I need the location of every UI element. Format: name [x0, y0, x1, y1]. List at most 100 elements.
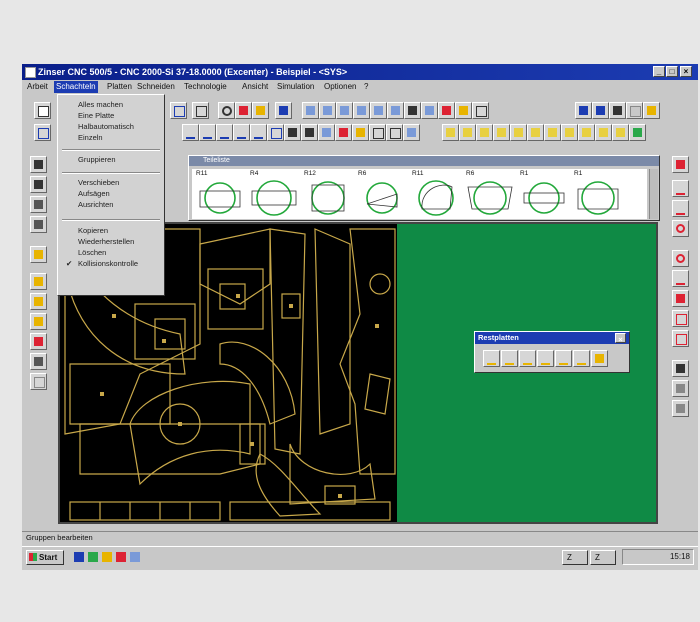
- left-tool-1[interactable]: [30, 156, 47, 173]
- draw-button-3[interactable]: [216, 124, 233, 141]
- menu-item-verschieben[interactable]: Verschieben: [78, 178, 119, 187]
- draw-button-5[interactable]: [250, 124, 267, 141]
- maximize-button[interactable]: □: [666, 66, 678, 77]
- yellow-tool-9[interactable]: [578, 124, 595, 141]
- draw-button-14[interactable]: [403, 124, 420, 141]
- yellow-tool-2[interactable]: [459, 124, 476, 141]
- draw-button-11[interactable]: [352, 124, 369, 141]
- zoom-button[interactable]: [218, 102, 235, 119]
- left-tool-8[interactable]: [30, 313, 47, 330]
- view-button[interactable]: [170, 102, 187, 119]
- parts-library-window[interactable]: Teileliste R11 R4 R12 R6 R11 R6 R1 R1: [188, 155, 660, 221]
- draw-button-12[interactable]: [369, 124, 386, 141]
- draw-button-10[interactable]: [335, 124, 352, 141]
- right-tool-1[interactable]: [672, 156, 689, 173]
- grid-button[interactable]: [575, 102, 592, 119]
- draw-button-2[interactable]: [199, 124, 216, 141]
- menu-optionen[interactable]: Optionen: [324, 82, 356, 91]
- arrange-button-3[interactable]: [353, 102, 370, 119]
- draw-button-1[interactable]: [182, 124, 199, 141]
- menu-item-kopieren[interactable]: Kopieren: [78, 226, 108, 235]
- zoom-area-button[interactable]: [235, 102, 252, 119]
- yellow-tool-10[interactable]: [595, 124, 612, 141]
- menu-ansicht[interactable]: Ansicht: [242, 82, 268, 91]
- draw-button-9[interactable]: [318, 124, 335, 141]
- print-button[interactable]: [609, 102, 626, 119]
- draw-button-4[interactable]: [233, 124, 250, 141]
- hash-button[interactable]: [592, 102, 609, 119]
- tool-button[interactable]: [275, 102, 292, 119]
- rest-tool-3[interactable]: [519, 350, 536, 367]
- quicklaunch-icon[interactable]: [88, 552, 98, 562]
- taskbar-app-button-2[interactable]: Z: [590, 550, 616, 565]
- arrange-button-7[interactable]: [421, 102, 438, 119]
- info-button[interactable]: [626, 102, 643, 119]
- left-tool-11[interactable]: [30, 373, 47, 390]
- restplatten-close-button[interactable]: ×: [615, 333, 626, 344]
- menu-item-aufsaegen[interactable]: Aufsägen: [78, 189, 110, 198]
- menu-item-loeschen[interactable]: Löschen: [78, 248, 106, 257]
- menu-schachteln[interactable]: Schachteln: [54, 81, 98, 93]
- draw-button-13[interactable]: [386, 124, 403, 141]
- right-tool-3[interactable]: [672, 200, 689, 217]
- menu-help[interactable]: ?: [364, 82, 368, 91]
- left-tool-3[interactable]: [30, 196, 47, 213]
- right-tool-7[interactable]: [672, 290, 689, 307]
- yellow-tool-5[interactable]: [510, 124, 527, 141]
- rest-tool-5[interactable]: [555, 350, 572, 367]
- menu-item-ausrichten[interactable]: Ausrichten: [78, 200, 113, 209]
- arrange-button-8[interactable]: [438, 102, 455, 119]
- rest-tool-1[interactable]: [483, 350, 500, 367]
- yellow-tool-11[interactable]: [612, 124, 629, 141]
- arrange-button-5[interactable]: [387, 102, 404, 119]
- yellow-tool-6[interactable]: [527, 124, 544, 141]
- draw-button-8[interactable]: [301, 124, 318, 141]
- left-tool-2[interactable]: [30, 176, 47, 193]
- draw-button-7[interactable]: [284, 124, 301, 141]
- color-button[interactable]: [252, 102, 269, 119]
- taskbar-app-button-1[interactable]: Z: [562, 550, 588, 565]
- right-tool-8[interactable]: [672, 310, 689, 327]
- close-button[interactable]: ×: [680, 66, 692, 77]
- quicklaunch-icon[interactable]: [102, 552, 112, 562]
- menu-item-eine-platte[interactable]: Eine Platte: [78, 111, 114, 120]
- menu-technologie[interactable]: Technologie: [184, 82, 227, 91]
- arrange-button-4[interactable]: [370, 102, 387, 119]
- quicklaunch-icon[interactable]: [74, 552, 84, 562]
- right-tool-4[interactable]: [672, 220, 689, 237]
- yellow-tool-7[interactable]: [544, 124, 561, 141]
- right-tool-10[interactable]: [672, 360, 689, 377]
- right-tool-12[interactable]: [672, 400, 689, 417]
- menu-schneiden[interactable]: Schneiden: [137, 82, 175, 91]
- yellow-tool-1[interactable]: [442, 124, 459, 141]
- start-button[interactable]: Start: [26, 550, 64, 565]
- arrange-button-2[interactable]: [336, 102, 353, 119]
- right-tool-6[interactable]: [672, 270, 689, 287]
- right-tool-2[interactable]: [672, 180, 689, 197]
- rest-tool-6[interactable]: [573, 350, 590, 367]
- left-tool-5[interactable]: [30, 246, 47, 263]
- draw-button-6[interactable]: [267, 124, 284, 141]
- left-tool-6[interactable]: [30, 273, 47, 290]
- restplatten-palette[interactable]: Restplatten ×: [474, 331, 630, 373]
- move-button[interactable]: [302, 102, 319, 119]
- menu-simulation[interactable]: Simulation: [277, 82, 314, 91]
- right-tool-11[interactable]: [672, 380, 689, 397]
- arrange-button-10[interactable]: [472, 102, 489, 119]
- menu-item-halbautomatisch[interactable]: Halbautomatisch: [78, 122, 134, 131]
- yellow-tool-3[interactable]: [476, 124, 493, 141]
- arrange-button-1[interactable]: [319, 102, 336, 119]
- yellow-tool-4[interactable]: [493, 124, 510, 141]
- window-button[interactable]: [192, 102, 209, 119]
- menu-item-gruppieren[interactable]: Gruppieren: [78, 155, 116, 164]
- menu-item-wiederherstellen[interactable]: Wiederherstellen: [78, 237, 134, 246]
- report-button[interactable]: [643, 102, 660, 119]
- left-tool-4[interactable]: [30, 216, 47, 233]
- green-grid-button[interactable]: [629, 124, 646, 141]
- arrange-button-6[interactable]: [404, 102, 421, 119]
- left-tool-10[interactable]: [30, 353, 47, 370]
- quicklaunch-icon[interactable]: [116, 552, 126, 562]
- menu-item-einzeln[interactable]: Einzeln: [78, 133, 103, 142]
- menu-arbeit[interactable]: Arbeit: [27, 82, 48, 91]
- right-tool-9[interactable]: [672, 330, 689, 347]
